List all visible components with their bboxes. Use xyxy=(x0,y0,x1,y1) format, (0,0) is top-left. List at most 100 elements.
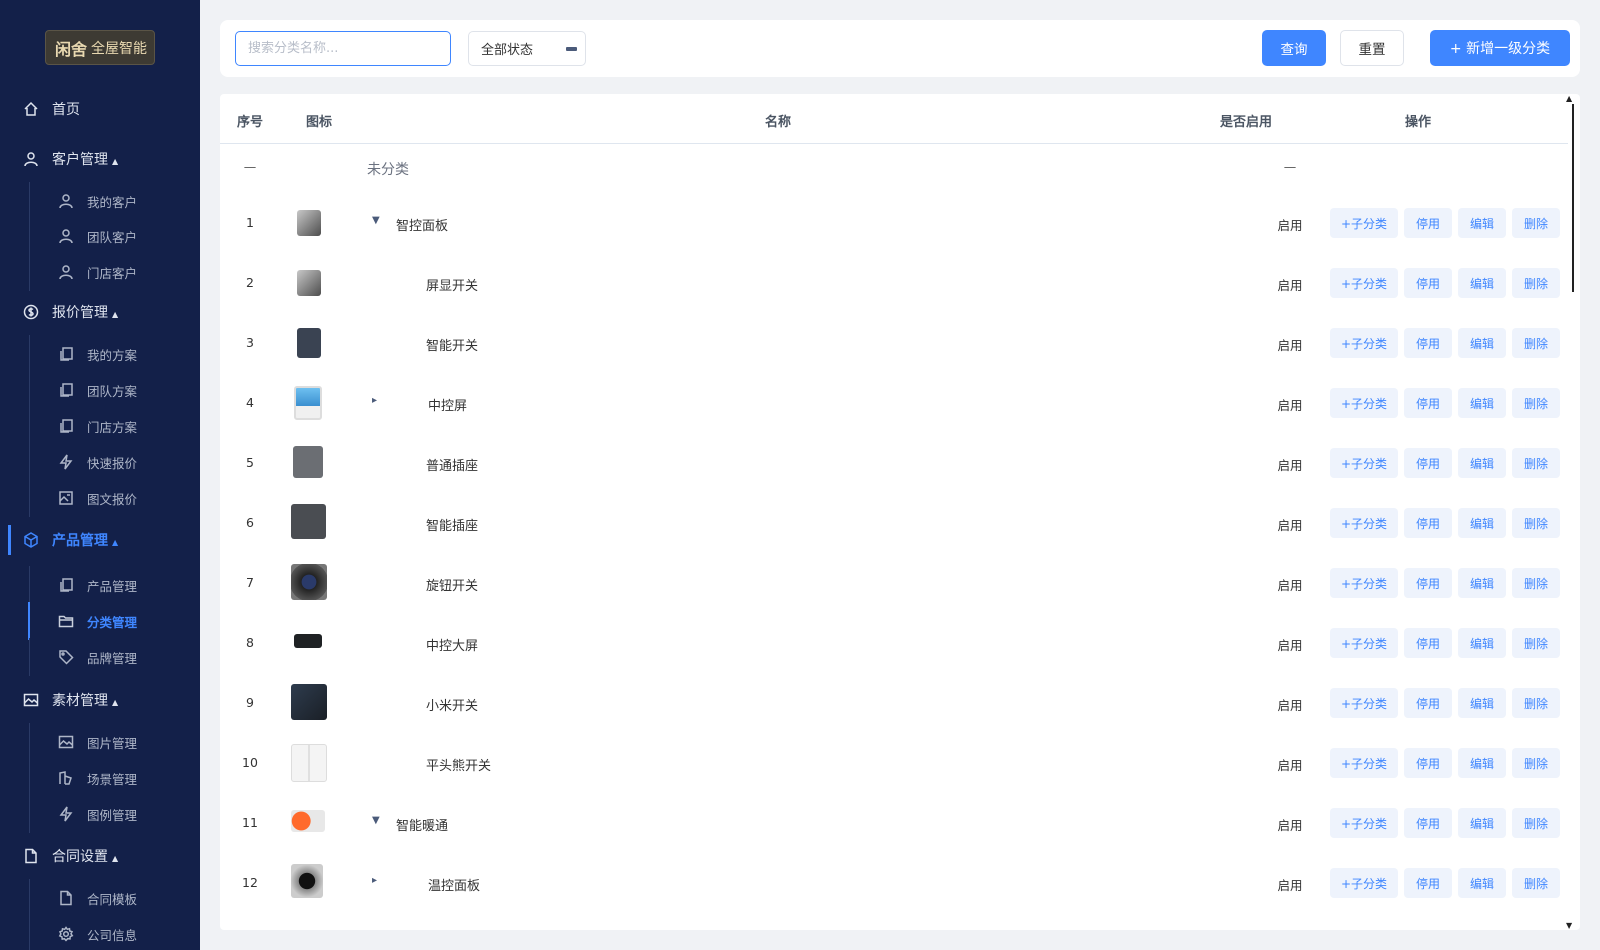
sidebar-item-brand-manage[interactable]: 品牌管理 xyxy=(0,638,200,676)
edit-button[interactable]: 编辑 xyxy=(1458,868,1506,898)
sidebar-item-my-customers[interactable]: 我的客户 xyxy=(0,182,200,220)
sidebar-group-material[interactable]: 素材管理 ▲ xyxy=(0,685,200,715)
delete-button[interactable]: 删除 xyxy=(1512,448,1560,478)
row-name: 智能暖通 xyxy=(396,819,449,834)
disable-button[interactable]: 停用 xyxy=(1404,208,1452,238)
add-child-button[interactable]: +子分类 xyxy=(1330,388,1398,418)
edit-button[interactable]: 编辑 xyxy=(1458,808,1506,838)
row-index: 11 xyxy=(242,815,258,830)
tree-line xyxy=(29,407,30,445)
row-enabled-status: 启用 xyxy=(1277,398,1303,413)
sidebar-item-team-plans[interactable]: 团队方案 xyxy=(0,371,200,409)
sidebar-item-my-plans[interactable]: 我的方案 xyxy=(0,335,200,373)
disable-button[interactable]: 停用 xyxy=(1404,688,1452,718)
category-thumbnail xyxy=(293,446,323,478)
add-child-button[interactable]: +子分类 xyxy=(1330,748,1398,778)
sidebar-item-label: 团队方案 xyxy=(87,383,138,399)
sidebar-item-product-manage[interactable]: 产品管理 xyxy=(0,566,200,604)
caret-right-icon[interactable]: ▸ xyxy=(372,395,377,406)
scroll-up-arrow-icon[interactable]: ▲ xyxy=(1566,94,1572,103)
sidebar-item-store-customers[interactable]: 门店客户 xyxy=(0,253,200,291)
user-icon xyxy=(58,193,74,209)
add-child-button[interactable]: +子分类 xyxy=(1330,688,1398,718)
sidebar-group-contract[interactable]: 合同设置 ▲ xyxy=(0,841,200,871)
disable-button[interactable]: 停用 xyxy=(1404,568,1452,598)
sidebar-item-quick-quote[interactable]: 快速报价 xyxy=(0,443,200,481)
query-button[interactable]: 查询 xyxy=(1262,30,1326,66)
sidebar-group-quote[interactable]: 报价管理 ▲ xyxy=(0,297,200,327)
sidebar-item-store-plans[interactable]: 门店方案 xyxy=(0,407,200,445)
add-child-button[interactable]: +子分类 xyxy=(1330,568,1398,598)
caret-down-icon[interactable]: ▼ xyxy=(372,815,380,826)
delete-button[interactable]: 删除 xyxy=(1512,508,1560,538)
add-child-button[interactable]: +子分类 xyxy=(1330,268,1398,298)
row-index: 3 xyxy=(246,335,254,350)
edit-button[interactable]: 编辑 xyxy=(1458,748,1506,778)
add-child-button[interactable]: +子分类 xyxy=(1330,508,1398,538)
sidebar-group-product[interactable]: 产品管理 ▲ xyxy=(0,525,200,555)
add-child-button[interactable]: +子分类 xyxy=(1330,628,1398,658)
sidebar-item-category-manage[interactable]: 分类管理 xyxy=(0,602,200,640)
tree-line xyxy=(29,879,30,917)
delete-button[interactable]: 删除 xyxy=(1512,688,1560,718)
edit-button[interactable]: 编辑 xyxy=(1458,328,1506,358)
edit-button[interactable]: 编辑 xyxy=(1458,388,1506,418)
brand-seal: 闲舍 xyxy=(54,39,87,59)
edit-button[interactable]: 编辑 xyxy=(1458,688,1506,718)
row-name: 中控屏 xyxy=(428,399,468,414)
add-child-button[interactable]: +子分类 xyxy=(1330,808,1398,838)
disable-button[interactable]: 停用 xyxy=(1404,868,1452,898)
brand-logo[interactable]: 闲舍 全屋智能 xyxy=(45,30,155,65)
edit-button[interactable]: 编辑 xyxy=(1458,508,1506,538)
row-index: 2 xyxy=(246,275,254,290)
sidebar-item-image-manage[interactable]: 图片管理 xyxy=(0,723,200,761)
delete-button[interactable]: 删除 xyxy=(1512,268,1560,298)
delete-button[interactable]: 删除 xyxy=(1512,388,1560,418)
sidebar-item-legend-manage[interactable]: 图例管理 xyxy=(0,795,200,833)
delete-button[interactable]: 删除 xyxy=(1512,868,1560,898)
add-child-button[interactable]: +子分类 xyxy=(1330,328,1398,358)
sidebar-item-image-quote[interactable]: 图文报价 xyxy=(0,479,200,517)
add-child-button[interactable]: +子分类 xyxy=(1330,448,1398,478)
edit-button[interactable]: 编辑 xyxy=(1458,208,1506,238)
disable-button[interactable]: 停用 xyxy=(1404,508,1452,538)
scrollbar-thumb[interactable] xyxy=(1572,104,1574,292)
disable-button[interactable]: 停用 xyxy=(1404,328,1452,358)
delete-button[interactable]: 删除 xyxy=(1512,748,1560,778)
row-name: 智能插座 xyxy=(426,519,479,534)
sidebar-item-company-info[interactable]: 公司信息 xyxy=(0,915,200,950)
add-child-button[interactable]: +子分类 xyxy=(1330,868,1398,898)
delete-button[interactable]: 删除 xyxy=(1512,328,1560,358)
tree-line xyxy=(29,479,30,517)
copy-icon xyxy=(58,418,74,434)
status-select[interactable]: 全部状态 xyxy=(468,31,586,66)
edit-button[interactable]: 编辑 xyxy=(1458,448,1506,478)
disable-button[interactable]: 停用 xyxy=(1404,388,1452,418)
reset-button[interactable]: 重置 xyxy=(1340,30,1404,66)
disable-button[interactable]: 停用 xyxy=(1404,628,1452,658)
add-top-category-button[interactable]: + 新增一级分类 xyxy=(1430,30,1570,66)
search-input[interactable] xyxy=(235,31,451,66)
disable-button[interactable]: 停用 xyxy=(1404,268,1452,298)
edit-button[interactable]: 编辑 xyxy=(1458,268,1506,298)
sidebar-item-scene-manage[interactable]: 场景管理 xyxy=(0,759,200,797)
delete-button[interactable]: 删除 xyxy=(1512,628,1560,658)
sidebar-item-label: 我的方案 xyxy=(87,347,138,363)
disable-button[interactable]: 停用 xyxy=(1404,448,1452,478)
disable-button[interactable]: 停用 xyxy=(1404,808,1452,838)
caret-down-icon[interactable]: ▼ xyxy=(372,215,380,226)
caret-right-icon[interactable]: ▸ xyxy=(372,875,377,886)
vertical-scrollbar[interactable]: ▲ ▼ xyxy=(1565,94,1575,931)
delete-button[interactable]: 删除 xyxy=(1512,568,1560,598)
sidebar-group-customer[interactable]: 客户管理 ▲ xyxy=(0,144,200,174)
disable-button[interactable]: 停用 xyxy=(1404,748,1452,778)
sidebar-item-team-customers[interactable]: 团队客户 xyxy=(0,217,200,255)
delete-button[interactable]: 删除 xyxy=(1512,208,1560,238)
delete-button[interactable]: 删除 xyxy=(1512,808,1560,838)
edit-button[interactable]: 编辑 xyxy=(1458,568,1506,598)
edit-button[interactable]: 编辑 xyxy=(1458,628,1506,658)
sidebar-item-home[interactable]: 首页 xyxy=(0,94,200,124)
sidebar-item-contract-template[interactable]: 合同模板 xyxy=(0,879,200,917)
scroll-down-arrow-icon[interactable]: ▼ xyxy=(1566,921,1572,930)
add-child-button[interactable]: +子分类 xyxy=(1330,208,1398,238)
